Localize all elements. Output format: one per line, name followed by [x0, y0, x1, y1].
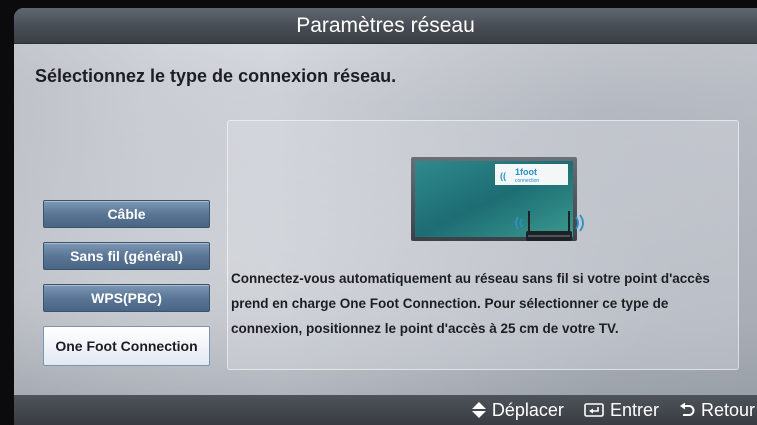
hint-move: Déplacer [471, 399, 564, 421]
hint-return-label: Retour [700, 399, 755, 420]
hint-enter-label: Entrer [609, 399, 659, 420]
footer-hints: Déplacer Entrer Retour [14, 395, 757, 425]
hint-return: Retour [679, 400, 755, 421]
menu-item-cable[interactable]: Câble [43, 200, 210, 228]
logo-text: 1foot [515, 167, 537, 177]
up-down-arrow-icon [471, 402, 486, 418]
window-title: Paramètres réseau [296, 13, 475, 37]
menu-item-one-foot-connection[interactable]: One Foot Connection [43, 326, 210, 366]
description-text: Connectez-vous automatiquement au réseau… [231, 271, 710, 336]
hint-move-label: Déplacer [491, 399, 564, 420]
hint-enter: Entrer [584, 400, 659, 421]
connection-type-menu: Câble Sans fil (général) WPS(PBC) One Fo… [43, 200, 210, 366]
title-bar: Paramètres réseau [14, 8, 757, 44]
enter-icon [584, 403, 604, 417]
tv-router-illustration: (( 1foot connection [411, 157, 584, 241]
network-settings-window: Paramètres réseau Sélectionnez le type d… [14, 8, 757, 425]
menu-item-wps[interactable]: WPS(PBC) [43, 284, 210, 312]
logo-subtext: connection [515, 178, 539, 184]
wifi-waves-right [575, 214, 584, 232]
return-icon [679, 402, 695, 416]
prompt-text: Sélectionnez le type de connexion réseau… [35, 66, 397, 86]
svg-text:((: (( [500, 171, 506, 181]
menu-item-wireless[interactable]: Sans fil (général) [43, 242, 210, 270]
info-panel: (( 1foot connection Connectez-vous autom… [227, 120, 739, 370]
